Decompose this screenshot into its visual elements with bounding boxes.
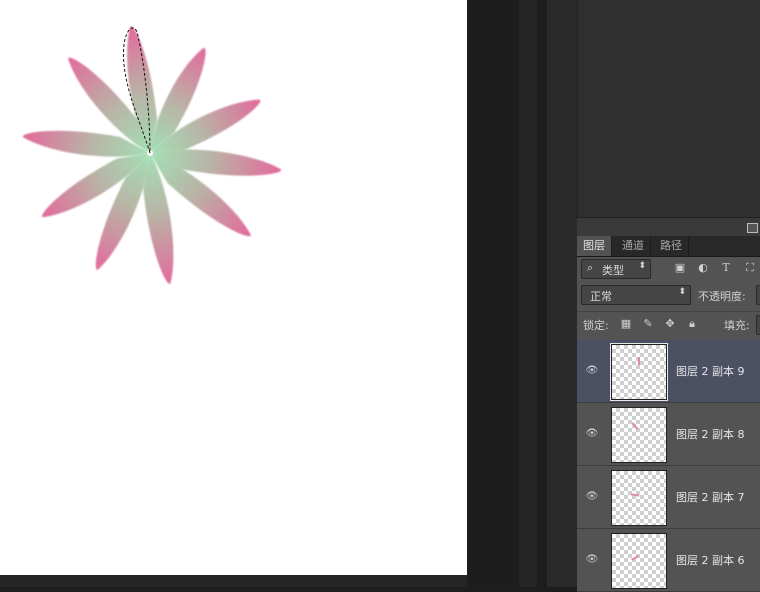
opacity-input[interactable] [756,285,760,305]
layer-row[interactable]: 👁︎ 图层 2 副本 7 [577,466,760,529]
layer-row[interactable]: 👁︎ 图层 2 副本 8 [577,403,760,466]
layer-name[interactable]: 图层 2 副本 8 [676,426,745,442]
layer-row[interactable]: 👁︎ 图层 2 副本 6 [577,529,760,592]
tab-paths[interactable]: 路径 [654,236,689,256]
updown-arrows-icon: ⬍ [678,287,686,297]
panel-collapse-bar[interactable] [577,217,760,237]
fill-label: 填充: [724,319,750,332]
blend-mode-value: 正常 [590,290,612,303]
tab-layers[interactable]: 图层 [577,236,612,256]
shape-filter-icon[interactable]: ⛶ [743,261,757,275]
fill-input[interactable] [756,315,760,335]
layer-name[interactable]: 图层 2 副本 6 [676,552,745,568]
opacity-label: 不透明度: [698,290,746,303]
blend-mode-select[interactable]: 正常 ⬍ [581,285,691,305]
document-canvas[interactable] [0,0,467,575]
image-filter-icon[interactable]: ▣ [673,261,687,275]
workspace-gutter [467,0,577,587]
lock-row: 锁定: ▦ ✎ ✥ 🔒︎ 填充: [577,311,760,338]
filter-kind-select[interactable]: ⌕ 类型 ⬍ [581,259,651,279]
visibility-eye-icon[interactable]: 👁︎ [585,427,599,441]
visibility-eye-icon[interactable]: 👁︎ [585,553,599,567]
lock-all-icon[interactable]: 🔒︎ [685,317,699,331]
collapse-icon[interactable] [747,223,758,233]
canvas-bottom-bar [0,575,467,587]
layer-thumbnail [611,470,667,526]
upper-panel [577,0,760,217]
layer-thumbnail [611,533,667,589]
layers-panel-tabs: 图层 通道 路径 [577,236,760,257]
search-icon: ⌕ [587,261,594,274]
filter-kind-value: 类型 [602,264,624,277]
adjustment-filter-icon[interactable]: ◐ [696,261,710,275]
lock-image-pixels-icon[interactable]: ✎ [641,317,655,331]
type-filter-icon[interactable]: T [719,261,733,275]
flower-artwork [22,26,282,284]
visibility-eye-icon[interactable]: 👁︎ [585,364,599,378]
layer-filter-row: ⌕ 类型 ⬍ ▣ ◐ T ⛶ [577,257,760,281]
layer-thumbnail [611,407,667,463]
layer-name[interactable]: 图层 2 副本 7 [676,489,745,505]
tab-channels[interactable]: 通道 [616,236,651,256]
lock-transparent-pixels-icon[interactable]: ▦ [619,317,633,331]
lock-position-icon[interactable]: ✥ [663,317,677,331]
layer-row[interactable]: 👁︎ 图层 2 副本 9 [577,340,760,403]
layer-name[interactable]: 图层 2 副本 9 [676,363,745,379]
visibility-eye-icon[interactable]: 👁︎ [585,490,599,504]
lock-label: 锁定: [583,319,609,332]
blend-row: 正常 ⬍ 不透明度: [577,283,760,309]
layer-thumbnail [610,343,668,401]
updown-arrows-icon: ⬍ [638,261,646,271]
